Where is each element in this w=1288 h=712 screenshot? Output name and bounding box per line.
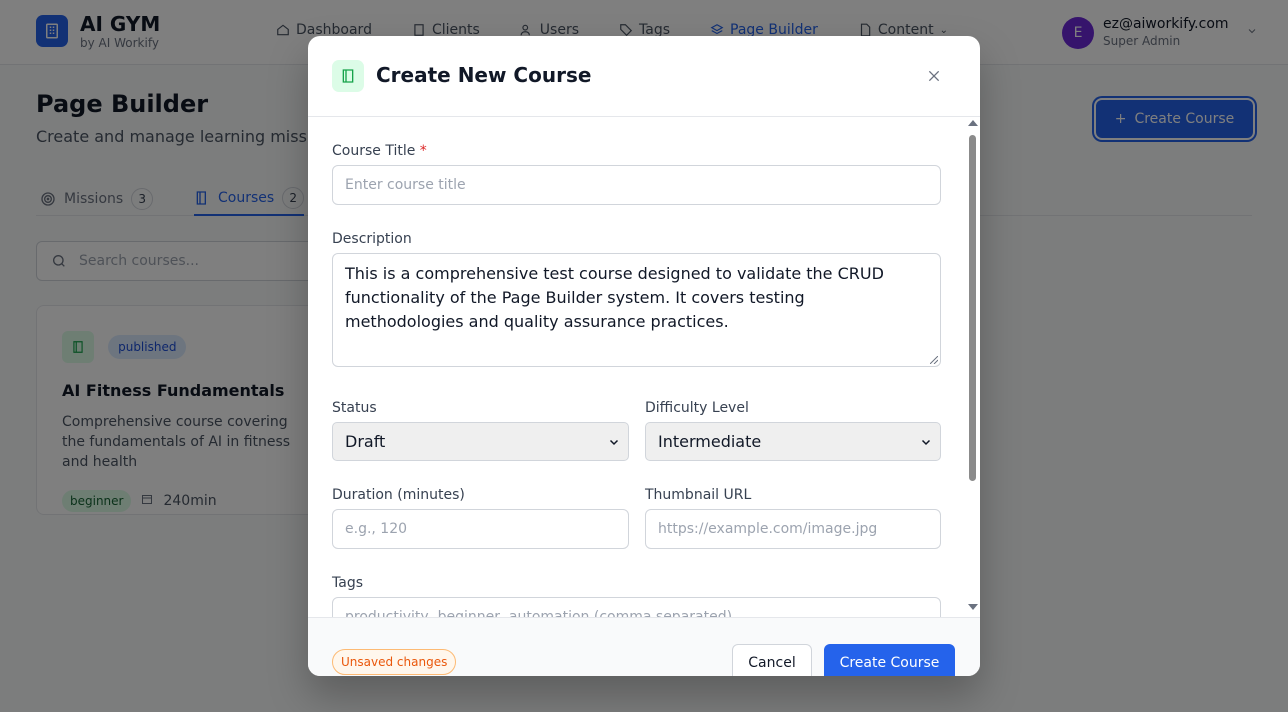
chevron-down-icon (609, 439, 619, 446)
modal-body: Course Title * Enter course title Descri… (308, 118, 980, 617)
scroll-down-arrow-icon[interactable] (968, 604, 978, 610)
difficulty-select[interactable]: Intermediate (645, 422, 941, 461)
tags-input[interactable]: productivity, beginner, automation (comm… (332, 597, 941, 617)
course-title-label: Course Title * (332, 143, 427, 159)
status-value: Draft (345, 432, 386, 451)
description-value: This is a comprehensive test course desi… (345, 264, 884, 331)
cancel-button[interactable]: Cancel (732, 644, 812, 676)
input-placeholder: https://example.com/image.jpg (658, 521, 878, 537)
difficulty-value: Intermediate (658, 432, 762, 451)
duration-input[interactable]: e.g., 120 (332, 509, 629, 549)
book-icon (332, 60, 364, 92)
modal-header: Create New Course (308, 36, 980, 117)
unsaved-changes-badge: Unsaved changes (332, 649, 457, 675)
create-course-submit-button[interactable]: Create Course (824, 644, 955, 676)
input-placeholder: Enter course title (345, 177, 466, 193)
difficulty-label: Difficulty Level (645, 400, 749, 416)
modal-title: Create New Course (376, 63, 592, 87)
description-textarea[interactable]: This is a comprehensive test course desi… (332, 253, 941, 367)
scrollbar-thumb[interactable] (969, 135, 976, 481)
description-label: Description (332, 231, 412, 247)
label-text: Course Title (332, 143, 416, 159)
course-title-input[interactable]: Enter course title (332, 165, 941, 205)
input-placeholder: productivity, beginner, automation (comm… (345, 609, 733, 617)
close-icon[interactable] (922, 64, 946, 88)
duration-label: Duration (minutes) (332, 487, 465, 503)
resize-grip-icon[interactable] (930, 356, 938, 364)
create-course-modal: Create New Course Course Title * Enter c… (308, 36, 980, 676)
status-label: Status (332, 400, 377, 416)
modal-footer: Unsaved changes Cancel Create Course (308, 617, 980, 676)
status-select[interactable]: Draft (332, 422, 629, 461)
tags-label: Tags (332, 575, 363, 591)
required-mark: * (419, 143, 427, 159)
input-placeholder: e.g., 120 (345, 521, 408, 537)
thumbnail-input[interactable]: https://example.com/image.jpg (645, 509, 941, 549)
scroll-up-arrow-icon[interactable] (968, 120, 978, 126)
chevron-down-icon (921, 439, 931, 446)
thumbnail-label: Thumbnail URL (645, 487, 752, 503)
